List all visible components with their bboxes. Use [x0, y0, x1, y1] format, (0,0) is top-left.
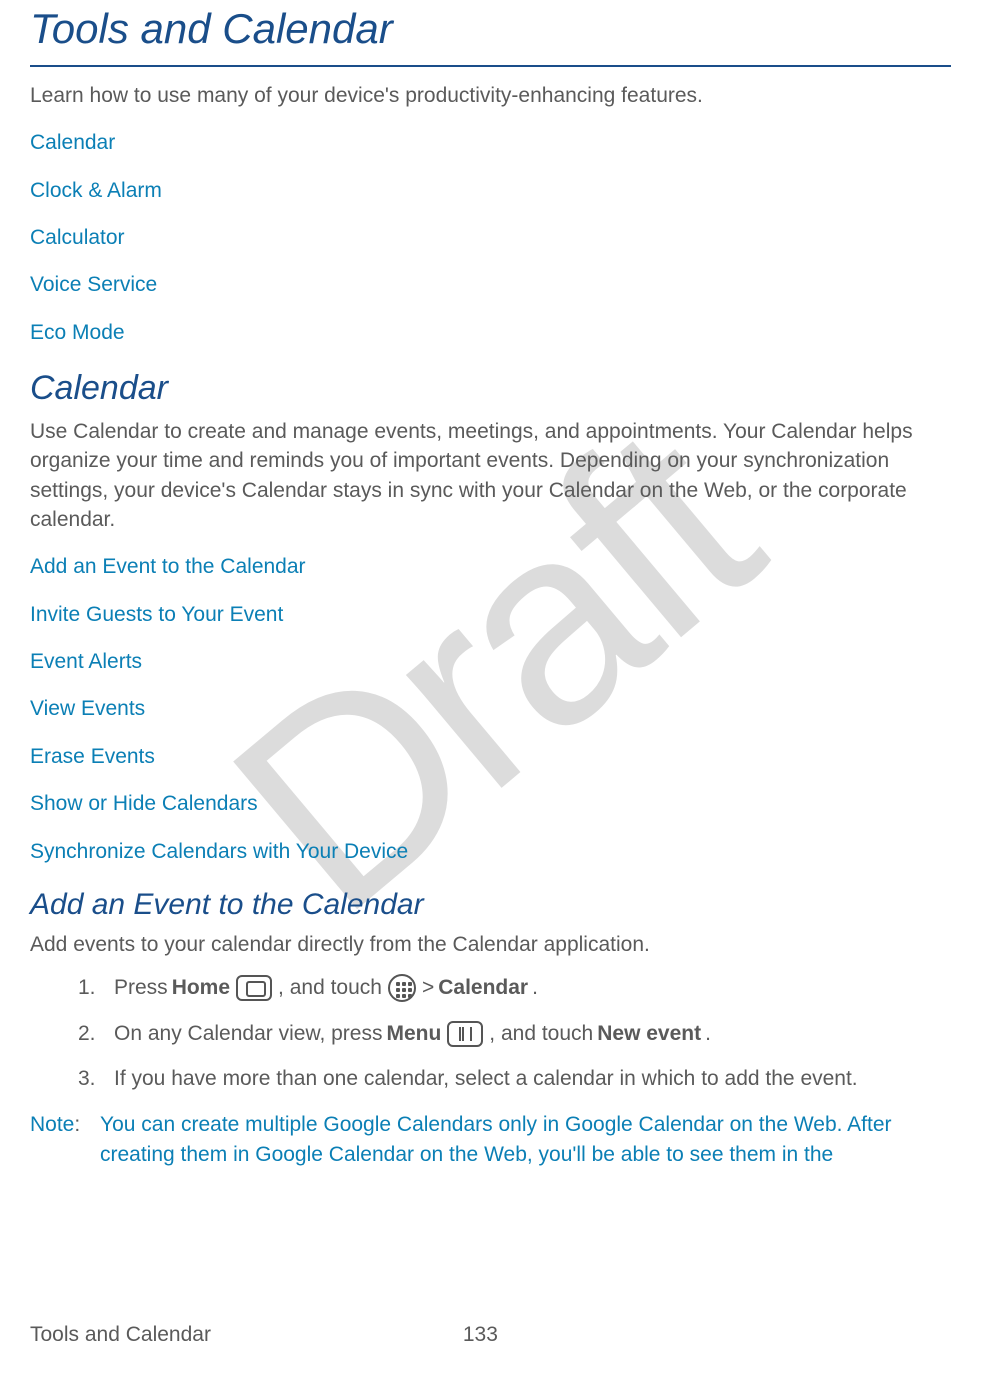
intro-paragraph: Learn how to use many of your device's p…	[30, 81, 951, 110]
note-colon: :	[74, 1113, 80, 1136]
step-number: 1.	[78, 973, 114, 1002]
step-body: Press Home , and touch > Calendar.	[114, 973, 538, 1002]
step-body: On any Calendar view, press Menu , and t…	[114, 1019, 711, 1048]
link-add-event[interactable]: Add an Event to the Calendar	[30, 552, 951, 581]
footer-section: Tools and Calendar	[30, 1320, 211, 1349]
step-bold: Home	[172, 973, 230, 1002]
link-event-alerts[interactable]: Event Alerts	[30, 647, 951, 676]
apps-icon	[388, 974, 416, 1002]
step-3: 3. If you have more than one calendar, s…	[78, 1064, 951, 1093]
step-text: >	[422, 973, 434, 1002]
link-view-events[interactable]: View Events	[30, 694, 951, 723]
toc-link-voice-service[interactable]: Voice Service	[30, 270, 951, 299]
section-heading-add-event: Add an Event to the Calendar	[30, 884, 951, 926]
section-heading-calendar: Calendar	[30, 365, 951, 413]
step-text: , and touch	[278, 973, 382, 1002]
calendar-description: Use Calendar to create and manage events…	[30, 417, 951, 535]
page-title: Tools and Calendar	[30, 0, 951, 67]
link-show-hide-calendars[interactable]: Show or Hide Calendars	[30, 789, 951, 818]
toc-link-eco-mode[interactable]: Eco Mode	[30, 318, 951, 347]
page-footer: Tools and Calendar 133	[30, 1320, 951, 1349]
link-sync-calendars[interactable]: Synchronize Calendars with Your Device	[30, 837, 951, 866]
step-text: , and touch	[489, 1019, 593, 1048]
step-number: 2.	[78, 1019, 114, 1048]
note-body: You can create multiple Google Calendars…	[100, 1110, 951, 1171]
step-text: If you have more than one calendar, sele…	[114, 1064, 858, 1093]
menu-icon	[447, 1021, 483, 1047]
step-bold: Calendar	[438, 973, 528, 1002]
step-bold: Menu	[386, 1019, 441, 1048]
footer-page-number: 133	[463, 1320, 498, 1349]
link-invite-guests[interactable]: Invite Guests to Your Event	[30, 600, 951, 629]
add-event-description: Add events to your calendar directly fro…	[30, 930, 951, 959]
toc-link-calculator[interactable]: Calculator	[30, 223, 951, 252]
step-text: .	[532, 973, 538, 1002]
toc-link-calendar[interactable]: Calendar	[30, 128, 951, 157]
step-bold: New event	[597, 1019, 701, 1048]
step-1: 1. Press Home , and touch > Calendar.	[78, 973, 951, 1002]
step-text: On any Calendar view, press	[114, 1019, 382, 1048]
step-text: Press	[114, 973, 168, 1002]
note-label-text: Note	[30, 1113, 74, 1136]
page-content: Tools and Calendar Learn how to use many…	[0, 0, 981, 1170]
step-number: 3.	[78, 1064, 114, 1093]
toc-link-clock-alarm[interactable]: Clock & Alarm	[30, 176, 951, 205]
note-label: Note:	[30, 1110, 92, 1171]
home-icon	[236, 975, 272, 1001]
note-block: Note: You can create multiple Google Cal…	[30, 1110, 951, 1171]
step-text: .	[705, 1019, 711, 1048]
step-body: If you have more than one calendar, sele…	[114, 1064, 858, 1093]
steps-list: 1. Press Home , and touch > Calendar. 2.…	[78, 973, 951, 1093]
link-erase-events[interactable]: Erase Events	[30, 742, 951, 771]
step-2: 2. On any Calendar view, press Menu , an…	[78, 1019, 951, 1048]
